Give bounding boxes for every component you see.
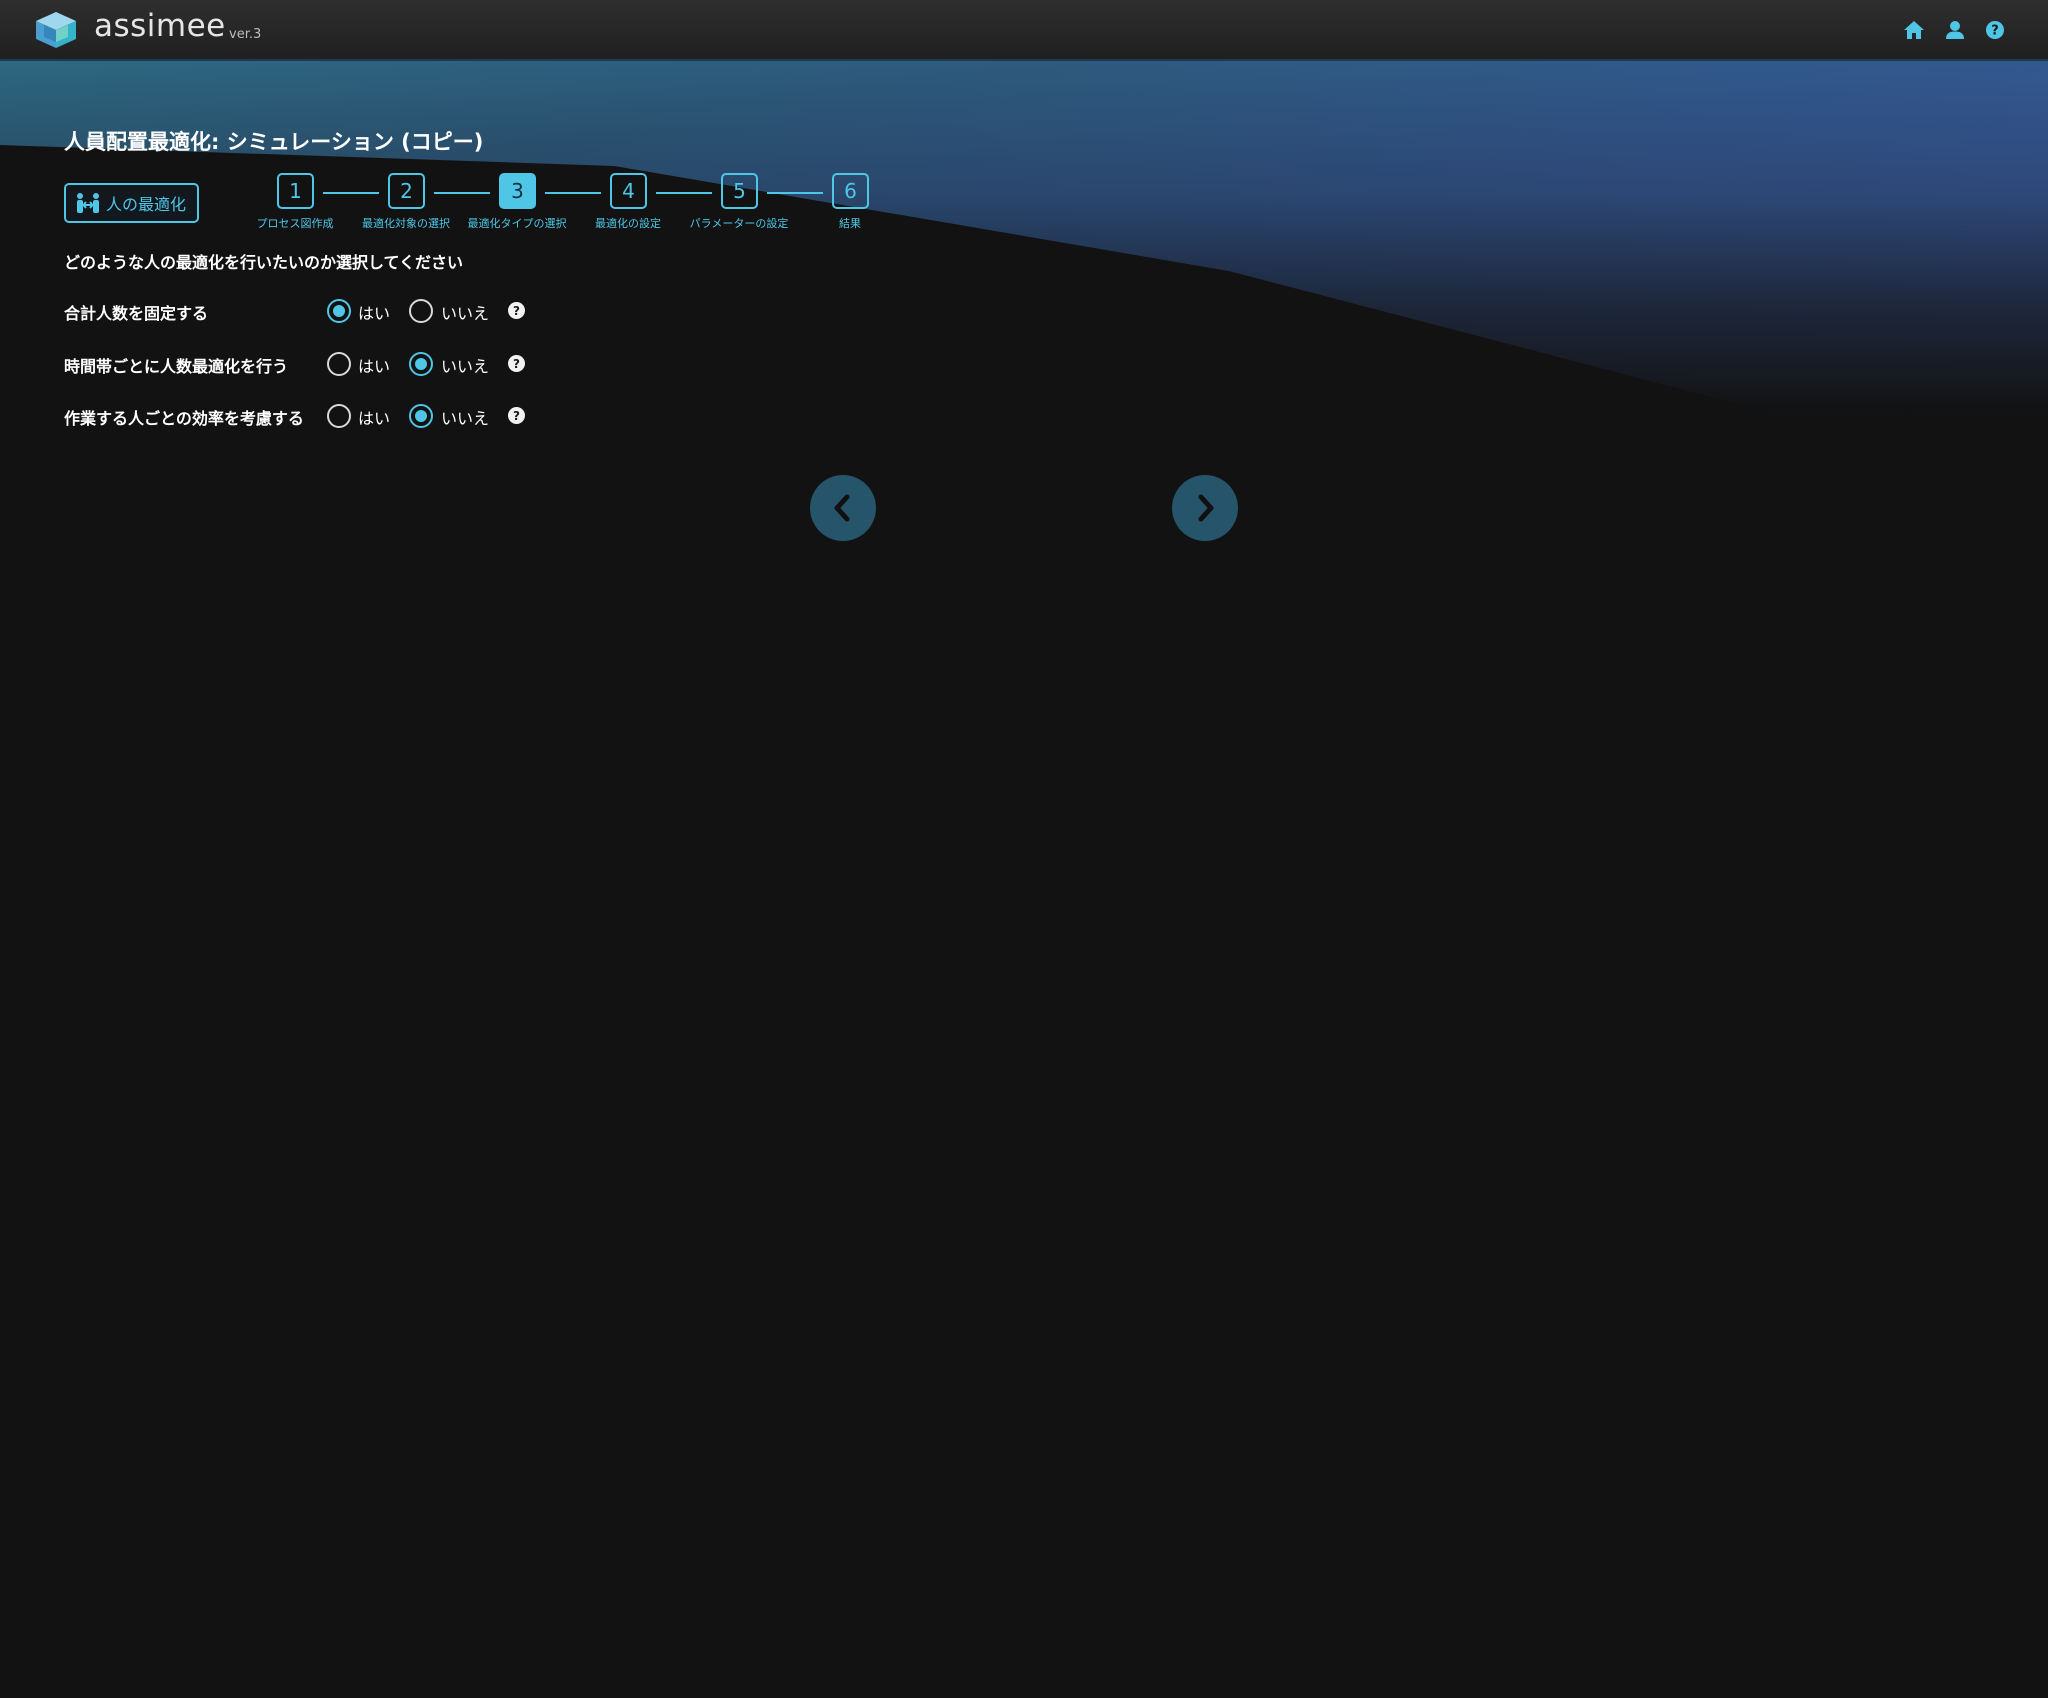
- question-3-help-icon[interactable]: ?: [508, 407, 525, 424]
- step-connector: [656, 192, 712, 194]
- chevron-left-icon: [834, 494, 850, 522]
- next-button[interactable]: [1172, 475, 1238, 541]
- svg-text:?: ?: [1991, 24, 1999, 39]
- question-3-yes-radio[interactable]: [327, 404, 351, 428]
- question-1-label: 合計人数を固定する: [64, 304, 209, 323]
- step-1-label: プロセス図作成: [256, 217, 334, 230]
- instruction-text: どのような人の最適化を行いたいのか選択してください: [64, 253, 464, 272]
- question-2-help-icon[interactable]: ?: [508, 355, 525, 372]
- question-1-yes-label[interactable]: はい: [358, 300, 390, 324]
- step-5[interactable]: 5: [721, 173, 758, 209]
- back-button[interactable]: [810, 475, 876, 541]
- question-3-no-radio[interactable]: [409, 404, 433, 428]
- chevron-right-icon: [1198, 494, 1214, 522]
- step-connector: [767, 192, 823, 194]
- user-icon[interactable]: [1943, 18, 1967, 42]
- step-connector: [545, 192, 601, 194]
- question-3-label: 作業する人ごとの効率を考慮する: [64, 409, 304, 428]
- question-3-yes-label[interactable]: はい: [358, 405, 390, 429]
- home-icon[interactable]: [1902, 18, 1926, 42]
- question-1-no-label[interactable]: いいえ: [441, 300, 489, 324]
- page-title: 人員配置最適化: シミュレーション (コピー): [64, 130, 484, 154]
- mode-badge-label: 人の最適化: [106, 195, 187, 214]
- assimee-logo-icon: [36, 12, 76, 48]
- top-bar: assimee ver.3 ?: [0, 0, 2048, 61]
- mode-badge: 人の最適化: [64, 183, 199, 223]
- question-2-no-label[interactable]: いいえ: [441, 353, 489, 377]
- question-2-yes-label[interactable]: はい: [358, 353, 390, 377]
- question-2-no-radio[interactable]: [409, 352, 433, 376]
- step-4[interactable]: 4: [610, 173, 647, 209]
- app-version: ver.3: [229, 27, 262, 42]
- step-4-label: 最適化の設定: [595, 217, 661, 230]
- step-connector: [434, 192, 490, 194]
- question-1-help-icon[interactable]: ?: [508, 302, 525, 319]
- step-3-label: 最適化タイプの選択: [467, 217, 567, 230]
- step-1[interactable]: 1: [277, 173, 314, 209]
- step-3-active[interactable]: 3: [499, 173, 536, 209]
- step-5-label: パラメーターの設定: [689, 217, 789, 230]
- step-6-label: 結果: [839, 217, 861, 230]
- step-2-label: 最適化対象の選択: [362, 217, 450, 230]
- question-1-yes-radio[interactable]: [327, 299, 351, 323]
- question-3-no-label[interactable]: いいえ: [441, 405, 489, 429]
- question-2-yes-radio[interactable]: [327, 352, 351, 376]
- question-1-no-radio[interactable]: [409, 299, 433, 323]
- people-swap-icon: [77, 193, 99, 213]
- step-2[interactable]: 2: [388, 173, 425, 209]
- question-2-label: 時間帯ごとに人数最適化を行う: [64, 357, 289, 376]
- help-icon[interactable]: ?: [1983, 18, 2007, 42]
- step-connector: [323, 192, 379, 194]
- app-name: assimee: [94, 8, 226, 44]
- step-6[interactable]: 6: [832, 173, 869, 209]
